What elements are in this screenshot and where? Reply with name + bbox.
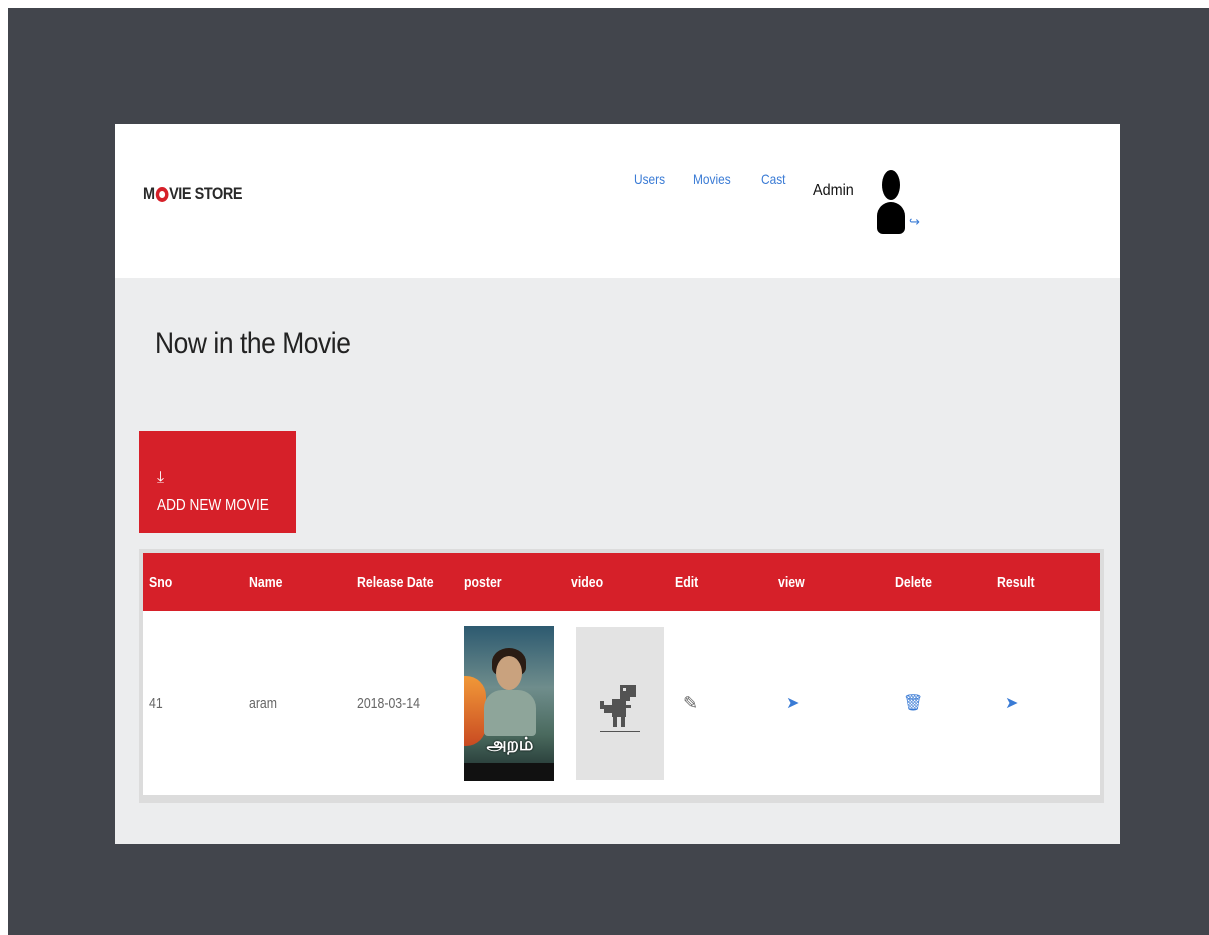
film-reel-icon [155, 186, 169, 202]
cell-edit: ✎ [675, 611, 778, 795]
nav-link-cast[interactable]: Cast [761, 171, 785, 187]
result-send-icon[interactable]: ➤ [1005, 693, 1018, 713]
header-delete: Delete [895, 573, 932, 591]
add-new-movie-label: ADD NEW MOVIE [157, 497, 269, 514]
header-result: Result [997, 573, 1035, 591]
cell-poster: அறம் [464, 611, 571, 795]
cell-result: ➤ [997, 611, 1100, 795]
cell-view: ➤ [778, 611, 895, 795]
avatar-head [882, 170, 900, 200]
header-view: view [778, 573, 805, 591]
brand-logo[interactable]: M VIE STORE [143, 184, 243, 204]
dinosaur-icon [600, 684, 640, 732]
cell-video [571, 611, 675, 795]
navbar: M VIE STORE Users Movies Cast Admin ↪ [115, 124, 1120, 278]
add-new-movie-button[interactable]: ⤓ ADD NEW MOVIE [139, 431, 296, 533]
brand-prefix: M [143, 184, 155, 203]
table-header-row: Sno Name Release Date poster video Edit … [143, 553, 1100, 611]
table-row: 41 aram 2018-03-14 அறம் ✎ ➤ 🗑 ➤ [143, 611, 1100, 795]
window-backdrop: M VIE STORE Users Movies Cast Admin ↪ No… [8, 8, 1209, 935]
brand-suffix: VIE STORE [169, 184, 243, 203]
avatar[interactable] [873, 170, 911, 234]
cell-name: aram [249, 694, 278, 712]
header-name: Name [249, 573, 283, 591]
movie-poster-image: அறம் [464, 625, 554, 781]
movies-table-container: Sno Name Release Date poster video Edit … [139, 549, 1104, 803]
logout-icon[interactable]: ↪ [909, 214, 920, 230]
download-icon: ⤓ [157, 469, 165, 486]
nav-link-users[interactable]: Users [634, 171, 665, 187]
header-release-date: Release Date [357, 573, 434, 591]
header-sno: Sno [149, 573, 173, 591]
video-player[interactable] [576, 626, 664, 780]
avatar-body [877, 202, 905, 234]
header-poster: poster [464, 573, 502, 591]
view-send-icon[interactable]: ➤ [786, 693, 799, 713]
app-container: M VIE STORE Users Movies Cast Admin ↪ No… [115, 124, 1120, 844]
nav-link-movies[interactable]: Movies [693, 171, 731, 187]
pencil-icon[interactable]: ✎ [683, 693, 698, 714]
page-title: Now in the Movie [155, 327, 351, 360]
cell-delete: 🗑 [895, 611, 997, 795]
user-name: Admin [813, 182, 854, 199]
cell-release-date: 2018-03-14 [357, 694, 420, 712]
trash-icon[interactable]: 🗑 [903, 693, 923, 713]
header-edit: Edit [675, 573, 699, 591]
movies-table: Sno Name Release Date poster video Edit … [143, 553, 1100, 795]
header-video: video [571, 573, 604, 591]
cell-sno: 41 [149, 694, 163, 712]
